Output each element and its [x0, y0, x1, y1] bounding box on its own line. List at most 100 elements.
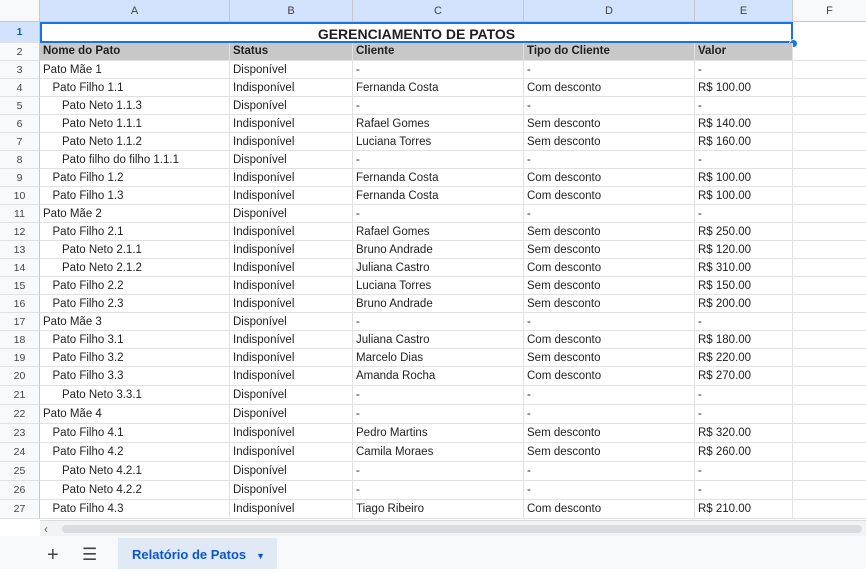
- cell-status[interactable]: Disponível: [230, 151, 353, 169]
- cell-valor[interactable]: R$ 100.00: [695, 169, 793, 187]
- cell-cliente[interactable]: Camila Moraes: [353, 443, 524, 462]
- cell-cliente[interactable]: Amanda Rocha: [353, 367, 524, 386]
- cell-valor[interactable]: R$ 150.00: [695, 277, 793, 295]
- empty-cell[interactable]: [793, 443, 866, 462]
- cell-valor[interactable]: R$ 100.00: [695, 187, 793, 205]
- cell-cliente[interactable]: Luciana Torres: [353, 277, 524, 295]
- empty-cell[interactable]: [793, 277, 866, 295]
- cell-valor[interactable]: R$ 210.00: [695, 500, 793, 519]
- cell-tipo-cliente[interactable]: Sem desconto: [524, 133, 695, 151]
- row-number[interactable]: 15: [0, 277, 40, 295]
- cell-nome[interactable]: Pato Filho 3.3: [40, 367, 230, 386]
- cell-cliente[interactable]: Fernanda Costa: [353, 169, 524, 187]
- cell-cliente[interactable]: -: [353, 151, 524, 169]
- cell-nome[interactable]: Pato Neto 4.2.2: [40, 481, 230, 500]
- row-number[interactable]: 12: [0, 223, 40, 241]
- cell-tipo-cliente[interactable]: -: [524, 386, 695, 405]
- row-number[interactable]: 26: [0, 481, 40, 500]
- cell-nome[interactable]: Pato Neto 2.1.2: [40, 259, 230, 277]
- cell-status[interactable]: Indisponível: [230, 115, 353, 133]
- header-nome-do-pato[interactable]: Nome do Pato: [40, 43, 230, 61]
- cell-status[interactable]: Indisponível: [230, 241, 353, 259]
- empty-cell[interactable]: [793, 405, 866, 424]
- row-number[interactable]: 16: [0, 295, 40, 313]
- cell-status[interactable]: Indisponível: [230, 133, 353, 151]
- empty-cell[interactable]: [793, 367, 866, 386]
- cell-status[interactable]: Disponível: [230, 205, 353, 223]
- cell-nome[interactable]: Pato Filho 4.3: [40, 500, 230, 519]
- cell-tipo-cliente[interactable]: Sem desconto: [524, 223, 695, 241]
- cell-valor[interactable]: R$ 200.00: [695, 295, 793, 313]
- cell-cliente[interactable]: Rafael Gomes: [353, 223, 524, 241]
- cell-valor[interactable]: R$ 100.00: [695, 79, 793, 97]
- row-number[interactable]: 21: [0, 386, 40, 405]
- cell-valor[interactable]: R$ 250.00: [695, 223, 793, 241]
- row-number[interactable]: 5: [0, 97, 40, 115]
- cell-valor[interactable]: -: [695, 481, 793, 500]
- row-number[interactable]: 14: [0, 259, 40, 277]
- cell-valor[interactable]: R$ 270.00: [695, 367, 793, 386]
- cell-valor[interactable]: -: [695, 405, 793, 424]
- row-number[interactable]: 25: [0, 462, 40, 481]
- cell-tipo-cliente[interactable]: -: [524, 61, 695, 79]
- cell-tipo-cliente[interactable]: -: [524, 481, 695, 500]
- cell-valor[interactable]: R$ 180.00: [695, 331, 793, 349]
- spreadsheet-grid[interactable]: A B C D E F 1 GERENCIAMENTO DE PATOS 2 N…: [0, 0, 866, 520]
- header-tipo-do-cliente[interactable]: Tipo do Cliente: [524, 43, 695, 61]
- row-number[interactable]: 8: [0, 151, 40, 169]
- cell-tipo-cliente[interactable]: Sem desconto: [524, 443, 695, 462]
- cell-nome[interactable]: Pato Filho 1.3: [40, 187, 230, 205]
- cell-tipo-cliente[interactable]: -: [524, 205, 695, 223]
- cell-nome[interactable]: Pato Neto 1.1.2: [40, 133, 230, 151]
- empty-cell[interactable]: [793, 133, 866, 151]
- row-number[interactable]: 20: [0, 367, 40, 386]
- empty-cell[interactable]: [793, 295, 866, 313]
- cell-tipo-cliente[interactable]: -: [524, 313, 695, 331]
- cell-cliente[interactable]: -: [353, 386, 524, 405]
- row-number[interactable]: 7: [0, 133, 40, 151]
- row-number[interactable]: 6: [0, 115, 40, 133]
- cell-status[interactable]: Indisponível: [230, 349, 353, 367]
- cell-valor[interactable]: R$ 140.00: [695, 115, 793, 133]
- menu-icon[interactable]: ☰: [82, 536, 97, 569]
- cell-nome[interactable]: Pato Mãe 4: [40, 405, 230, 424]
- cell-status[interactable]: Indisponível: [230, 259, 353, 277]
- cell-valor[interactable]: R$ 160.00: [695, 133, 793, 151]
- empty-cell[interactable]: [793, 259, 866, 277]
- row-number[interactable]: 23: [0, 424, 40, 443]
- cell-cliente[interactable]: -: [353, 462, 524, 481]
- header-cliente[interactable]: Cliente: [353, 43, 524, 61]
- tab-relatorio-de-patos[interactable]: Relatório de Patos ▼: [118, 538, 277, 569]
- header-valor[interactable]: Valor: [695, 43, 793, 61]
- cell-tipo-cliente[interactable]: Com desconto: [524, 169, 695, 187]
- cell-tipo-cliente[interactable]: -: [524, 405, 695, 424]
- cell-cliente[interactable]: -: [353, 97, 524, 115]
- cell-cliente[interactable]: -: [353, 405, 524, 424]
- empty-cell[interactable]: [793, 61, 866, 79]
- cell-tipo-cliente[interactable]: Com desconto: [524, 187, 695, 205]
- sheet-title-cell[interactable]: GERENCIAMENTO DE PATOS: [40, 22, 793, 43]
- row-number[interactable]: 22: [0, 405, 40, 424]
- cell-nome[interactable]: Pato Mãe 2: [40, 205, 230, 223]
- empty-cell[interactable]: [793, 481, 866, 500]
- empty-cell[interactable]: [793, 386, 866, 405]
- cell-cliente[interactable]: Bruno Andrade: [353, 241, 524, 259]
- scrollbar-thumb[interactable]: [62, 525, 862, 533]
- cell-cliente[interactable]: -: [353, 481, 524, 500]
- column-header-f[interactable]: F: [793, 0, 866, 22]
- cell-cliente[interactable]: Fernanda Costa: [353, 79, 524, 97]
- cell-cliente[interactable]: -: [353, 205, 524, 223]
- cell-nome[interactable]: Pato Filho 1.2: [40, 169, 230, 187]
- cell-cliente[interactable]: Tiago Ribeiro: [353, 500, 524, 519]
- cell-tipo-cliente[interactable]: Sem desconto: [524, 115, 695, 133]
- cell-cliente[interactable]: Marcelo Dias: [353, 349, 524, 367]
- cell-nome[interactable]: Pato Neto 1.1.1: [40, 115, 230, 133]
- cell-nome[interactable]: Pato Neto 1.1.3: [40, 97, 230, 115]
- empty-cell[interactable]: [793, 500, 866, 519]
- row-number[interactable]: 17: [0, 313, 40, 331]
- cell-status[interactable]: Indisponível: [230, 367, 353, 386]
- cell-cliente[interactable]: Fernanda Costa: [353, 187, 524, 205]
- cell-cliente[interactable]: -: [353, 313, 524, 331]
- cell-status[interactable]: Indisponível: [230, 277, 353, 295]
- cell-tipo-cliente[interactable]: Sem desconto: [524, 349, 695, 367]
